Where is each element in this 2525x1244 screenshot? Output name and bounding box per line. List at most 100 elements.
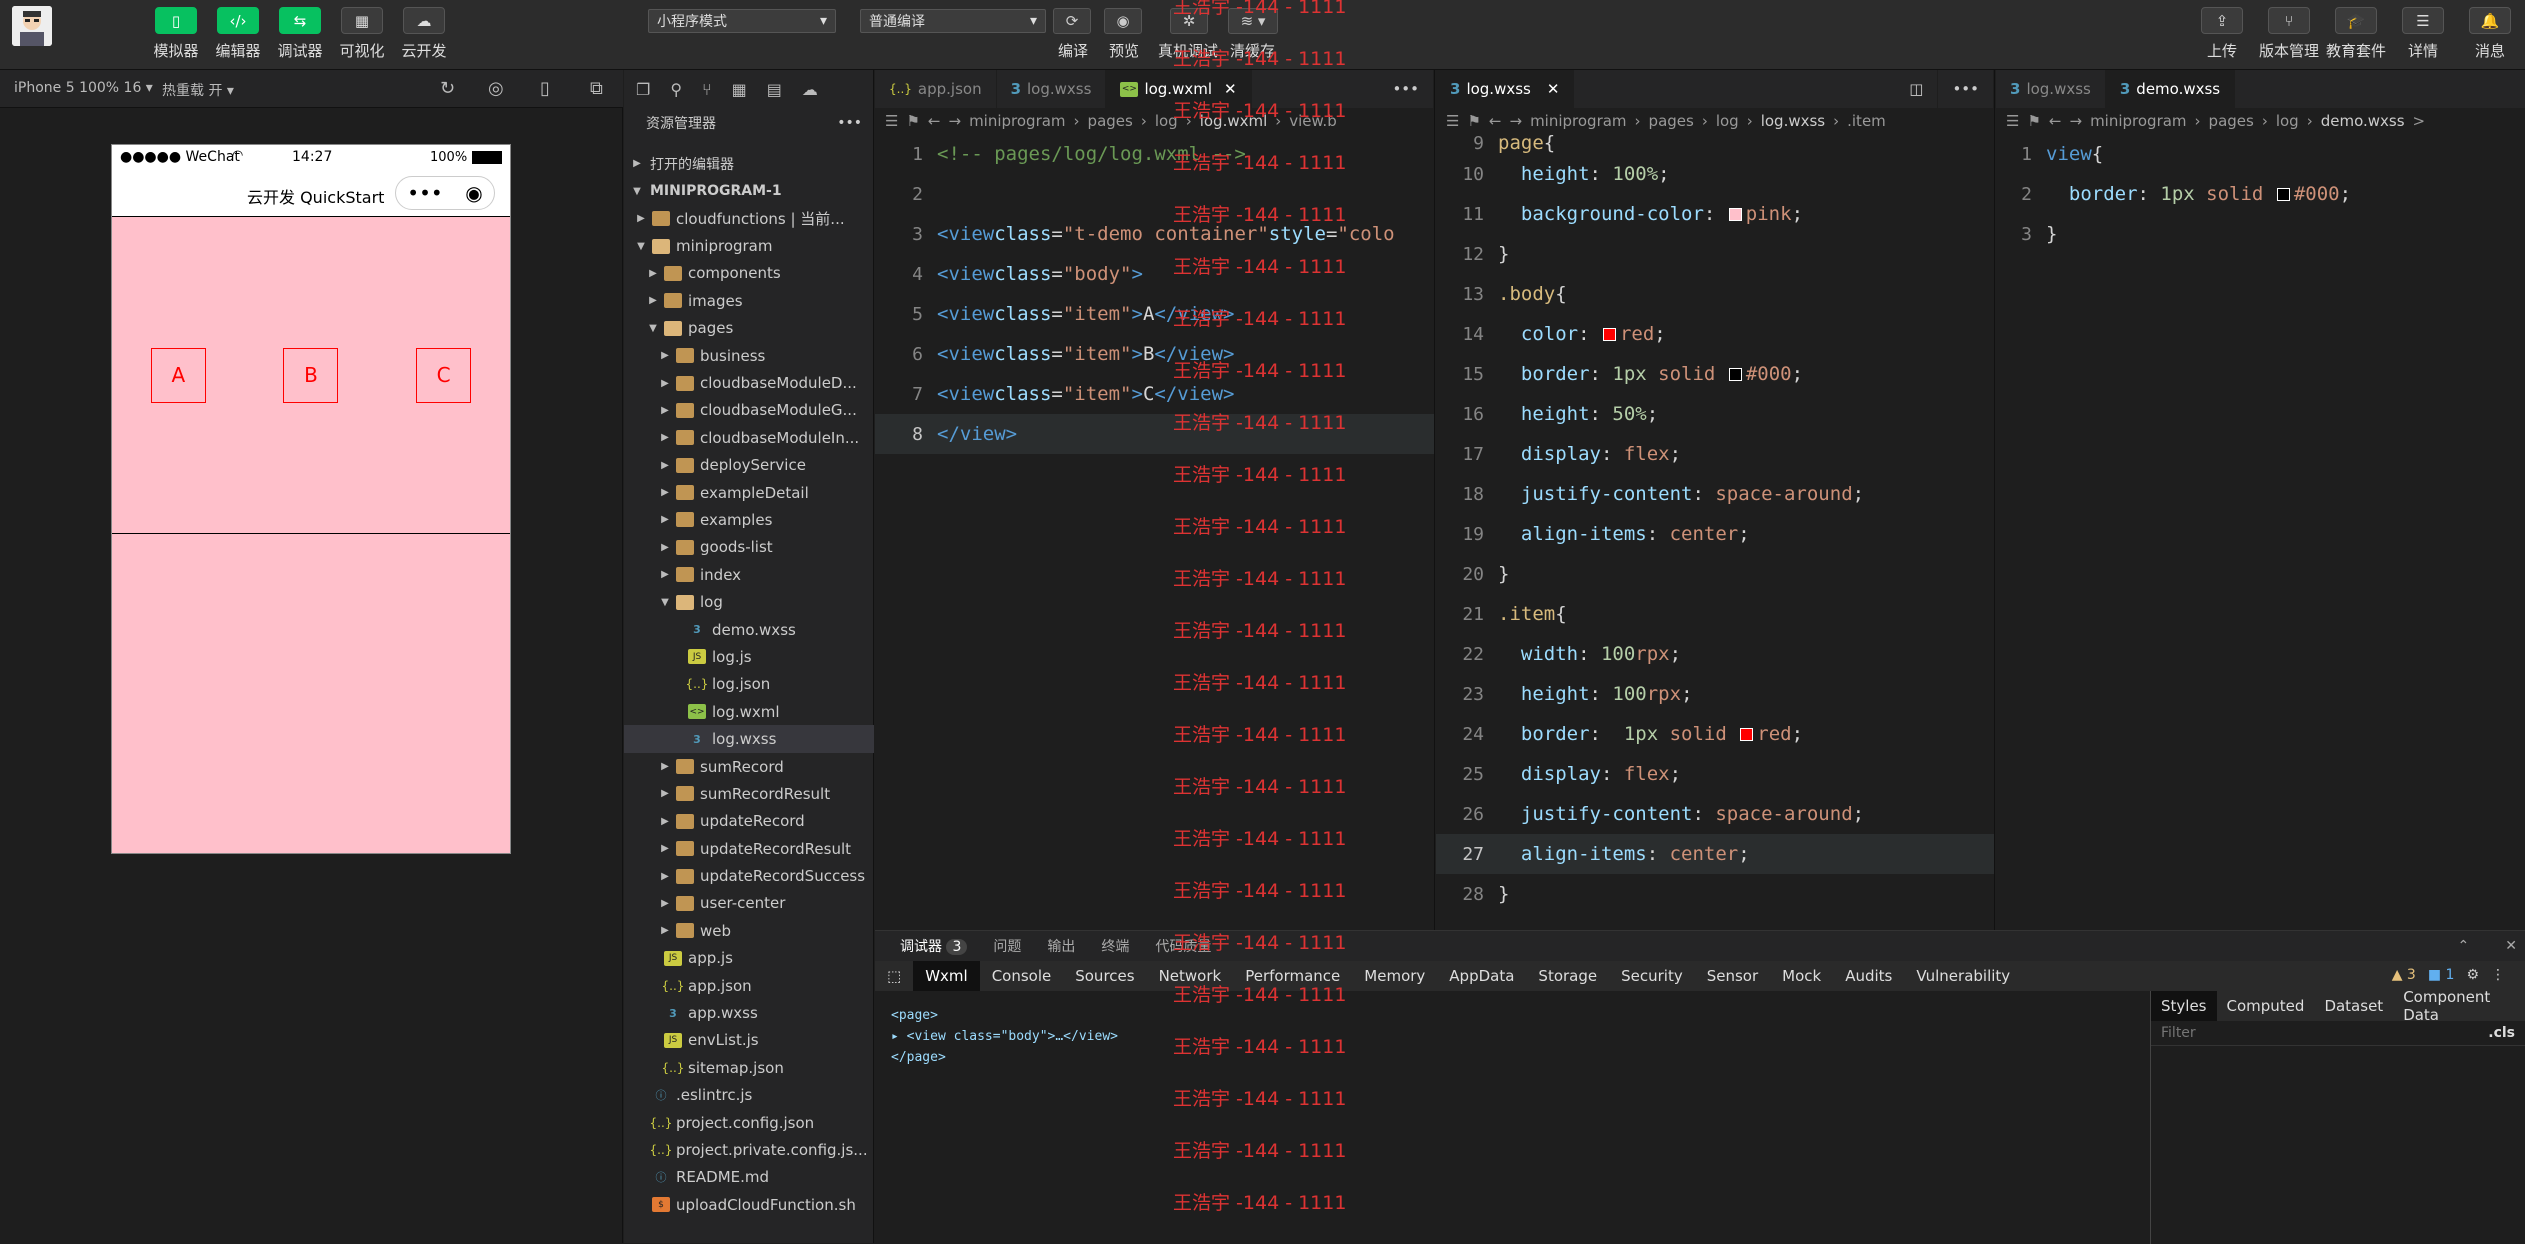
more-icon[interactable]: ••• — [837, 115, 862, 131]
message-count[interactable]: ■ 1 — [2428, 967, 2455, 983]
preview-button[interactable]: ◉ — [1104, 8, 1142, 34]
tree-item[interactable]: {..} log.json — [624, 671, 874, 698]
tree-item[interactable]: ▼ miniprogram — [624, 232, 874, 259]
tab-component-data[interactable]: Component Data — [2393, 988, 2525, 1024]
tree-item[interactable]: 3 demo.wxss — [624, 616, 874, 643]
devtools-tab[interactable]: Sensor — [1695, 967, 1770, 985]
tree-item[interactable]: 3 app.wxss — [624, 999, 874, 1026]
crumb-item[interactable]: > — [2413, 112, 2426, 130]
crumb-item[interactable]: log.wxss — [1761, 112, 1825, 130]
bookmark-icon[interactable]: ⚑ — [1467, 112, 1480, 130]
crumb-item[interactable]: log — [1716, 112, 1739, 130]
back-icon[interactable]: ← — [1489, 112, 1502, 130]
tree-item[interactable]: ▶ updateRecord — [624, 808, 874, 835]
forward-icon[interactable]: → — [2069, 112, 2082, 130]
tree-item[interactable]: ▶ web — [624, 917, 874, 944]
tree-item[interactable]: ▶ deployService — [624, 452, 874, 479]
tree-item[interactable]: ▶ updateRecordResult — [624, 835, 874, 862]
back-icon[interactable]: ← — [2049, 112, 2062, 130]
more-icon[interactable]: ••• — [1378, 70, 1434, 108]
tab-dataset[interactable]: Dataset — [2314, 997, 2393, 1015]
dom-node[interactable]: ▸ <view class="body">…</view> — [891, 1026, 1118, 1047]
devtools-tab[interactable]: Security — [1609, 967, 1695, 985]
tree-item[interactable]: ▶ cloudbaseModuleIn... — [624, 424, 874, 451]
tree-item[interactable]: JS log.js — [624, 643, 874, 670]
devtools-tab[interactable]: Vulnerability — [1904, 967, 2022, 985]
toolbar-right-button[interactable]: ⑂ 版本管理 — [2257, 7, 2321, 61]
list-icon[interactable]: ☰ — [1446, 112, 1459, 130]
tab-app-json[interactable]: {..} app.json — [875, 70, 997, 108]
tree-item[interactable]: <> log.wxml — [624, 698, 874, 725]
chevron-up-icon[interactable]: ⌃ — [2458, 938, 2470, 954]
tree-item[interactable]: ▶ cloudbaseModuleD... — [624, 369, 874, 396]
split-editor-icon[interactable]: ◫ — [1895, 70, 1939, 108]
search-icon[interactable]: ⚲ — [670, 80, 682, 99]
more-icon[interactable]: ••• — [407, 181, 442, 205]
toolbar-right-button[interactable]: ⇪ 上传 — [2190, 7, 2254, 61]
tree-item[interactable]: JS envList.js — [624, 1027, 874, 1054]
more-icon[interactable]: ⋮ — [2491, 967, 2505, 983]
crumb-item[interactable]: demo.wxss — [2321, 112, 2405, 130]
toolbar-button-cloud[interactable]: ☁ 云开发 — [393, 7, 455, 61]
tree-item[interactable]: ▼ pages — [624, 315, 874, 342]
devtools-tab[interactable]: Console — [980, 967, 1064, 985]
dom-node[interactable]: </page> — [891, 1047, 1118, 1068]
tab-styles[interactable]: Styles — [2151, 991, 2217, 1021]
crumb-item[interactable]: miniprogram — [969, 112, 1065, 130]
hot-reload-toggle[interactable]: 热重载 开 ▾ — [162, 80, 234, 100]
devtools-tab[interactable]: Wxml — [913, 961, 980, 991]
tree-item[interactable]: ▶ cloudbaseModuleG... — [624, 397, 874, 424]
tree-item[interactable]: {..} sitemap.json — [624, 1054, 874, 1081]
dom-tree[interactable]: <page> ▸ <view class="body">…</view> </p… — [891, 1005, 1118, 1068]
tree-item[interactable]: JS app.js — [624, 945, 874, 972]
devtools-tab[interactable]: Mock — [1770, 967, 1833, 985]
list-icon[interactable]: ☰ — [2006, 112, 2019, 130]
tab-problems[interactable]: 问题 — [993, 936, 1021, 956]
bookmark-icon[interactable]: ⚑ — [2027, 112, 2040, 130]
device-select[interactable]: iPhone 5 100% 16 ▾ — [14, 80, 153, 96]
close-circle-icon[interactable]: ◉ — [465, 181, 482, 205]
forward-icon[interactable]: → — [948, 112, 961, 130]
crumb-item[interactable]: log — [2276, 112, 2299, 130]
open-editors-section[interactable]: ▶ 打开的编辑器 — [624, 150, 874, 177]
capsule-menu[interactable]: ••• ◉ — [395, 176, 495, 210]
toolbar-right-button[interactable]: ☰ 详情 — [2391, 7, 2455, 61]
code-area[interactable]: 1 view{ 2 border: 1px solid #000; 3} — [1996, 134, 2525, 254]
tab-output[interactable]: 输出 — [1047, 936, 1075, 956]
tree-item[interactable]: ▶ sumRecord — [624, 753, 874, 780]
devtools-tab[interactable]: Storage — [1526, 967, 1609, 985]
project-section[interactable]: ▼ MINIPROGRAM-1 — [624, 177, 874, 204]
dom-node[interactable]: <page> — [891, 1005, 1118, 1026]
toolbar-right-button[interactable]: 🎓 教育套件 — [2324, 7, 2388, 61]
git-icon[interactable]: ⑂ — [702, 80, 712, 99]
more-icon[interactable]: ••• — [1938, 70, 1994, 108]
device-icon[interactable]: ▯ — [540, 78, 550, 99]
crumb-item[interactable]: miniprogram — [2090, 112, 2186, 130]
tree-item[interactable]: $ uploadCloudFunction.sh — [624, 1191, 874, 1218]
user-avatar[interactable] — [12, 6, 52, 46]
tree-item[interactable]: ▶ goods-list — [624, 534, 874, 561]
inspect-icon[interactable]: ⬚ — [875, 967, 913, 985]
tab-log-wxss[interactable]: 3 log.wxss — [997, 70, 1107, 108]
tree-item[interactable]: 3 log.wxss — [624, 725, 874, 753]
devtools-tab[interactable]: AppData — [1437, 967, 1526, 985]
crumb-item[interactable]: miniprogram — [1530, 112, 1626, 130]
cls-toggle[interactable]: .cls — [2488, 1025, 2515, 1041]
tab-computed[interactable]: Computed — [2217, 997, 2315, 1015]
code-area[interactable]: 1 <!-- pages/log/log.wxml --> 2 3 <view cl… — [875, 134, 1434, 454]
tree-item[interactable]: ▶ exampleDetail — [624, 479, 874, 506]
tree-item[interactable]: ▶ cloudfunctions | 当前... — [624, 205, 874, 232]
crumb-item[interactable]: pages — [2209, 112, 2254, 130]
toolbar-button-phone[interactable]: ▯ 模拟器 — [145, 7, 207, 61]
back-icon[interactable]: ← — [928, 112, 941, 130]
tree-item[interactable]: ▶ sumRecordResult — [624, 780, 874, 807]
tree-item[interactable]: ▶ index — [624, 561, 874, 588]
tab-terminal[interactable]: 终端 — [1101, 936, 1129, 956]
toolbar-button-code[interactable]: ‹/› 编辑器 — [207, 7, 269, 61]
crumb-item[interactable]: pages — [1649, 112, 1694, 130]
crumb-item[interactable]: .item — [1847, 112, 1886, 130]
toolbar-button-layout[interactable]: ▦ 可视化 — [331, 7, 393, 61]
warning-count[interactable]: ▲ 3 — [2392, 967, 2416, 983]
tab-log-wxss[interactable]: 3 log.wxss — [1996, 70, 2106, 108]
toolbar-button-debug[interactable]: ⇆ 调试器 — [269, 7, 331, 61]
